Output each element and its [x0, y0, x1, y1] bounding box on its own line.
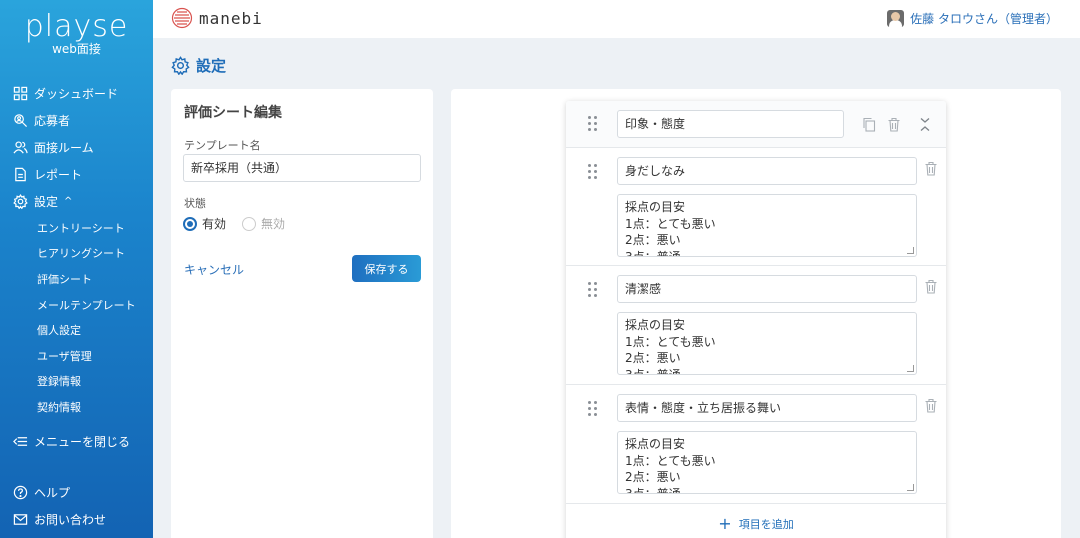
drag-handle-icon[interactable]: [588, 401, 598, 417]
status-active-label[interactable]: 有効: [202, 215, 226, 232]
collapse-menu-icon: [13, 437, 28, 446]
list-item: 清潔感 採点の目安 1点：とても悪い 2点：悪い 3点：普通: [566, 266, 946, 385]
item-guide-textarea[interactable]: 採点の目安 1点：とても悪い 2点：悪い 3点：普通: [617, 312, 917, 375]
support-links: ヘルプ お問い合わせ: [0, 479, 153, 533]
gear-icon: [13, 194, 28, 209]
template-name-input[interactable]: 新卒採用（共通）: [183, 154, 421, 182]
nav-item-settings[interactable]: 設定 ^: [0, 188, 153, 215]
sub-item-contract-info[interactable]: 契約情報: [0, 394, 153, 420]
close-menu-area: メニューを閉じる: [0, 428, 153, 455]
nav-label: ダッシュボード: [34, 87, 119, 101]
drag-handle-icon[interactable]: [588, 164, 598, 180]
brand-name: manebi: [199, 8, 263, 28]
save-button[interactable]: 保存する: [352, 255, 421, 282]
nav-item-dashboard[interactable]: ダッシュボード: [0, 80, 153, 107]
editor-heading: 評価シート編集: [184, 105, 282, 121]
plus-icon: +: [718, 514, 732, 533]
contact-label: お問い合わせ: [34, 513, 107, 527]
sub-item-user-management[interactable]: ユーザ管理: [0, 343, 153, 369]
status-radio-group: 有効 無効: [183, 215, 285, 232]
search-user-icon: [14, 114, 28, 128]
item-title-input[interactable]: 身だしなみ: [617, 157, 917, 185]
evaluation-sheet-editor: 評価シート編集 テンプレート名 新卒採用（共通） 状態 有効 無効 キャンセル …: [171, 89, 433, 538]
contact-link[interactable]: お問い合わせ: [0, 506, 153, 533]
item-title-input[interactable]: 印象・態度: [617, 110, 844, 138]
nav-item-applicants[interactable]: 応募者: [0, 107, 153, 134]
sub-item-entry-sheet[interactable]: エントリーシート: [0, 215, 153, 241]
help-icon: [13, 485, 28, 500]
gear-icon: [171, 56, 190, 75]
list-item: 表情・態度・立ち居振る舞い 採点の目安 1点：とても悪い 2点：悪い 3点：普通: [566, 385, 946, 504]
template-name-label: テンプレート名: [184, 139, 261, 152]
evaluation-items-card: 印象・態度 身だしなみ 採点の目安 1点：とても悪い 2点：悪い 3点：普通 清…: [566, 101, 946, 538]
app-logo[interactable]: playse web面接: [0, 9, 153, 57]
top-bar: manebi 佐藤 タロウさん（管理者）: [153, 0, 1080, 38]
sidebar-nav: ダッシュボード 応募者 面接ルーム レポート 設定 ^ エントリーシート ヒアリ…: [0, 80, 153, 420]
drag-handle-icon[interactable]: [588, 116, 598, 132]
close-menu-label: メニューを閉じる: [34, 435, 131, 449]
trash-icon[interactable]: [887, 117, 901, 132]
user-name: 佐藤 タロウさん（管理者）: [910, 12, 1058, 26]
nav-label: 面接ルーム: [34, 141, 94, 155]
list-item: 印象・態度: [566, 101, 946, 148]
collapse-icon[interactable]: [918, 117, 932, 132]
page-title-text: 設定: [196, 57, 227, 75]
close-menu-button[interactable]: メニューを閉じる: [0, 428, 153, 455]
sub-item-personal-settings[interactable]: 個人設定: [0, 317, 153, 343]
add-item-button[interactable]: + 項目を追加: [566, 504, 946, 538]
trash-icon[interactable]: [924, 398, 938, 413]
cancel-link[interactable]: キャンセル: [184, 261, 244, 278]
sub-item-mail-template[interactable]: メールテンプレート: [0, 292, 153, 318]
help-label: ヘルプ: [34, 486, 71, 500]
people-icon: [13, 141, 28, 154]
trash-icon[interactable]: [924, 161, 938, 176]
manebi-logo-icon: [171, 7, 193, 29]
item-title-input[interactable]: 表情・態度・立ち居振る舞い: [617, 394, 917, 422]
help-link[interactable]: ヘルプ: [0, 479, 153, 506]
sidebar: playse web面接 ダッシュボード 応募者 面接ルーム レポート 設定 ^…: [0, 0, 153, 538]
dashboard-icon: [13, 86, 28, 101]
document-icon: [15, 167, 26, 182]
logo-text: playse: [24, 9, 129, 44]
user-menu[interactable]: 佐藤 タロウさん（管理者）: [887, 10, 1058, 27]
item-guide-textarea[interactable]: 採点の目安 1点：とても悪い 2点：悪い 3点：普通: [617, 431, 917, 494]
nav-item-report[interactable]: レポート: [0, 161, 153, 188]
brand-logo[interactable]: manebi: [171, 7, 263, 29]
sub-item-evaluation-sheet[interactable]: 評価シート: [0, 266, 153, 292]
nav-label: レポート: [34, 168, 83, 182]
mail-icon: [13, 514, 28, 525]
status-inactive-label[interactable]: 無効: [261, 215, 285, 232]
item-guide-textarea[interactable]: 採点の目安 1点：とても悪い 2点：悪い 3点：普通: [617, 194, 917, 257]
trash-icon[interactable]: [924, 279, 938, 294]
nav-label: 設定: [34, 195, 59, 209]
sub-item-registration-info[interactable]: 登録情報: [0, 369, 153, 395]
nav-item-interview-room[interactable]: 面接ルーム: [0, 134, 153, 161]
status-inactive-radio[interactable]: [242, 216, 257, 231]
copy-icon[interactable]: [862, 117, 876, 132]
sub-item-hearing-sheet[interactable]: ヒアリングシート: [0, 241, 153, 267]
status-active-radio[interactable]: [183, 216, 197, 231]
item-title-input[interactable]: 清潔感: [617, 275, 917, 303]
drag-handle-icon[interactable]: [588, 282, 598, 298]
status-label: 状態: [184, 197, 206, 210]
nav-label: 応募者: [34, 114, 71, 128]
chevron-up-icon: ^: [64, 196, 73, 207]
add-item-label: 項目を追加: [738, 518, 794, 531]
list-item: 身だしなみ 採点の目安 1点：とても悪い 2点：悪い 3点：普通: [566, 148, 946, 266]
logo-subtext: web面接: [52, 42, 101, 56]
page-title: 設定: [171, 55, 226, 76]
avatar: [887, 10, 905, 27]
